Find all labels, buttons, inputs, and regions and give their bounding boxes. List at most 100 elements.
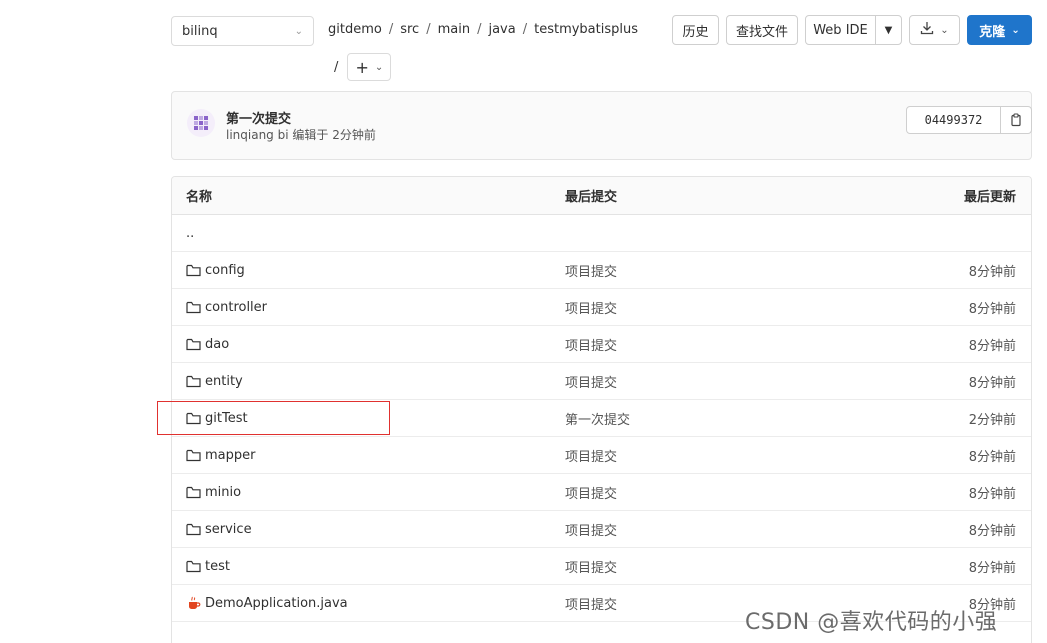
cell-last-update: 8分钟前	[968, 301, 1016, 317]
cell-last-update: 8分钟前	[968, 560, 1016, 576]
find-file-label: 查找文件	[735, 24, 788, 40]
cell-name: controller	[172, 300, 552, 315]
table-body: config 项目提交 8分钟前 controller 项目提交 8分钟前 dao 项目提交 8…	[172, 252, 1031, 622]
breadcrumb-item[interactable]: main	[438, 22, 470, 37]
avatar	[186, 108, 216, 138]
file-name-link[interactable]: minio	[205, 485, 241, 500]
cell-last-commit[interactable]: 项目提交	[552, 446, 892, 465]
clone-button[interactable]: 克隆 ⌄	[967, 15, 1032, 45]
commit-sha-group: 04499372	[906, 106, 1032, 134]
breadcrumb-separator: /	[426, 22, 431, 37]
clone-label: 克隆	[979, 24, 1006, 40]
cell-last-update: 8分钟前	[968, 338, 1016, 354]
breadcrumb-separator: /	[334, 59, 339, 75]
breadcrumb-item[interactable]: java	[488, 22, 515, 37]
find-file-button[interactable]: 查找文件	[726, 15, 798, 45]
cell-name: config	[172, 263, 552, 278]
cell-last-commit[interactable]: 项目提交	[552, 261, 892, 280]
download-button[interactable]: ⌄	[909, 15, 960, 45]
file-name-link[interactable]: dao	[205, 337, 229, 352]
commit-time: 编辑于 2分钟前	[292, 128, 376, 142]
cell-name: entity	[172, 374, 552, 389]
chevron-down-icon: ⌄	[374, 61, 384, 73]
table-row[interactable]: controller 项目提交 8分钟前	[172, 289, 1031, 326]
cell-last-commit[interactable]: 项目提交	[552, 335, 892, 354]
history-button[interactable]: 历史	[672, 15, 719, 45]
breadcrumb-separator: /	[477, 22, 482, 37]
breadcrumb-add-row: / + ⌄	[334, 53, 392, 81]
file-name-link[interactable]: entity	[205, 374, 243, 389]
chevron-down-icon: ▼	[884, 24, 893, 36]
commit-sha[interactable]: 04499372	[907, 107, 1001, 133]
cell-name: service	[172, 522, 552, 537]
file-name-link[interactable]: DemoApplication.java	[205, 596, 348, 611]
parent-dir-link[interactable]: ..	[172, 226, 552, 241]
table-row[interactable]: entity 项目提交 8分钟前	[172, 363, 1031, 400]
cell-last-commit[interactable]: 项目提交	[552, 557, 892, 576]
file-name-link[interactable]: config	[205, 263, 245, 278]
cell-last-update: 2分钟前	[968, 412, 1016, 428]
commit-author[interactable]: linqiang bi	[226, 128, 289, 142]
chevron-down-icon: ⌄	[294, 25, 303, 37]
watermark: CSDN @喜欢代码的小强	[745, 610, 998, 635]
history-label: 历史	[682, 24, 709, 40]
breadcrumb: gitdemo / src / main / java / testmybati…	[328, 22, 638, 37]
breadcrumb-item[interactable]: testmybatisplus	[534, 22, 638, 37]
branch-name: bilinq	[182, 23, 218, 39]
folder-icon	[186, 449, 201, 462]
web-ide-dropdown-button[interactable]: ▼	[875, 15, 902, 45]
highlight-box	[157, 401, 390, 435]
header-last-commit: 最后提交	[565, 190, 618, 205]
cell-last-commit[interactable]: 项目提交	[552, 483, 892, 502]
table-row[interactable]: dao 项目提交 8分钟前	[172, 326, 1031, 363]
web-ide-button[interactable]: Web IDE	[805, 15, 876, 45]
header-name: 名称	[186, 190, 213, 205]
breadcrumb-separator: /	[522, 22, 528, 37]
table-row-parent[interactable]: ..	[172, 215, 1031, 252]
cell-name: minio	[172, 485, 552, 500]
cell-last-commit[interactable]: 项目提交	[552, 298, 892, 317]
cell-last-commit[interactable]: 第一次提交	[552, 409, 892, 428]
breadcrumb-separator: /	[388, 22, 394, 37]
folder-icon	[186, 375, 201, 388]
folder-icon	[186, 486, 201, 499]
table-row[interactable]: service 项目提交 8分钟前	[172, 511, 1031, 548]
cell-last-update: 8分钟前	[968, 449, 1016, 465]
table-header: 名称 最后提交 最后更新	[172, 177, 1031, 215]
last-commit-box: 第一次提交 linqiang bi 编辑于 2分钟前 04499372	[171, 91, 1032, 160]
file-name-link[interactable]: test	[205, 559, 230, 574]
add-dropdown-button[interactable]: + ⌄	[347, 53, 392, 81]
table-row[interactable]: test 项目提交 8分钟前	[172, 548, 1031, 585]
branch-selector[interactable]: bilinq ⌄	[171, 16, 314, 46]
cell-name: DemoApplication.java	[172, 596, 552, 611]
cell-last-update: 8分钟前	[968, 264, 1016, 280]
download-icon	[920, 21, 934, 39]
cell-last-update: 8分钟前	[968, 375, 1016, 391]
breadcrumb-item[interactable]: gitdemo	[328, 22, 382, 37]
folder-icon	[186, 338, 201, 351]
copy-icon[interactable]	[1001, 107, 1031, 133]
cell-last-commit[interactable]: 项目提交	[552, 372, 892, 391]
table-row[interactable]: minio 项目提交 8分钟前	[172, 474, 1031, 511]
cell-last-update: 8分钟前	[968, 523, 1016, 539]
chevron-down-icon: ⌄	[940, 24, 949, 36]
folder-icon	[186, 523, 201, 536]
web-ide-label: Web IDE	[813, 22, 868, 38]
folder-icon	[186, 560, 201, 573]
header-last-update: 最后更新	[963, 190, 1016, 205]
cell-name: test	[172, 559, 552, 574]
folder-icon	[186, 301, 201, 314]
breadcrumb-item[interactable]: src	[400, 22, 419, 37]
commit-title[interactable]: 第一次提交	[226, 108, 291, 127]
cell-last-update: 8分钟前	[968, 486, 1016, 502]
java-file-icon	[186, 596, 201, 610]
cell-name: mapper	[172, 448, 552, 463]
file-name-link[interactable]: mapper	[205, 448, 255, 463]
cell-last-commit[interactable]: 项目提交	[552, 520, 892, 539]
cell-name: dao	[172, 337, 552, 352]
table-row[interactable]: config 项目提交 8分钟前	[172, 252, 1031, 289]
table-row[interactable]: mapper 项目提交 8分钟前	[172, 437, 1031, 474]
file-name-link[interactable]: service	[205, 522, 252, 537]
file-name-link[interactable]: controller	[205, 300, 267, 315]
chevron-down-icon: ⌄	[1011, 24, 1020, 36]
